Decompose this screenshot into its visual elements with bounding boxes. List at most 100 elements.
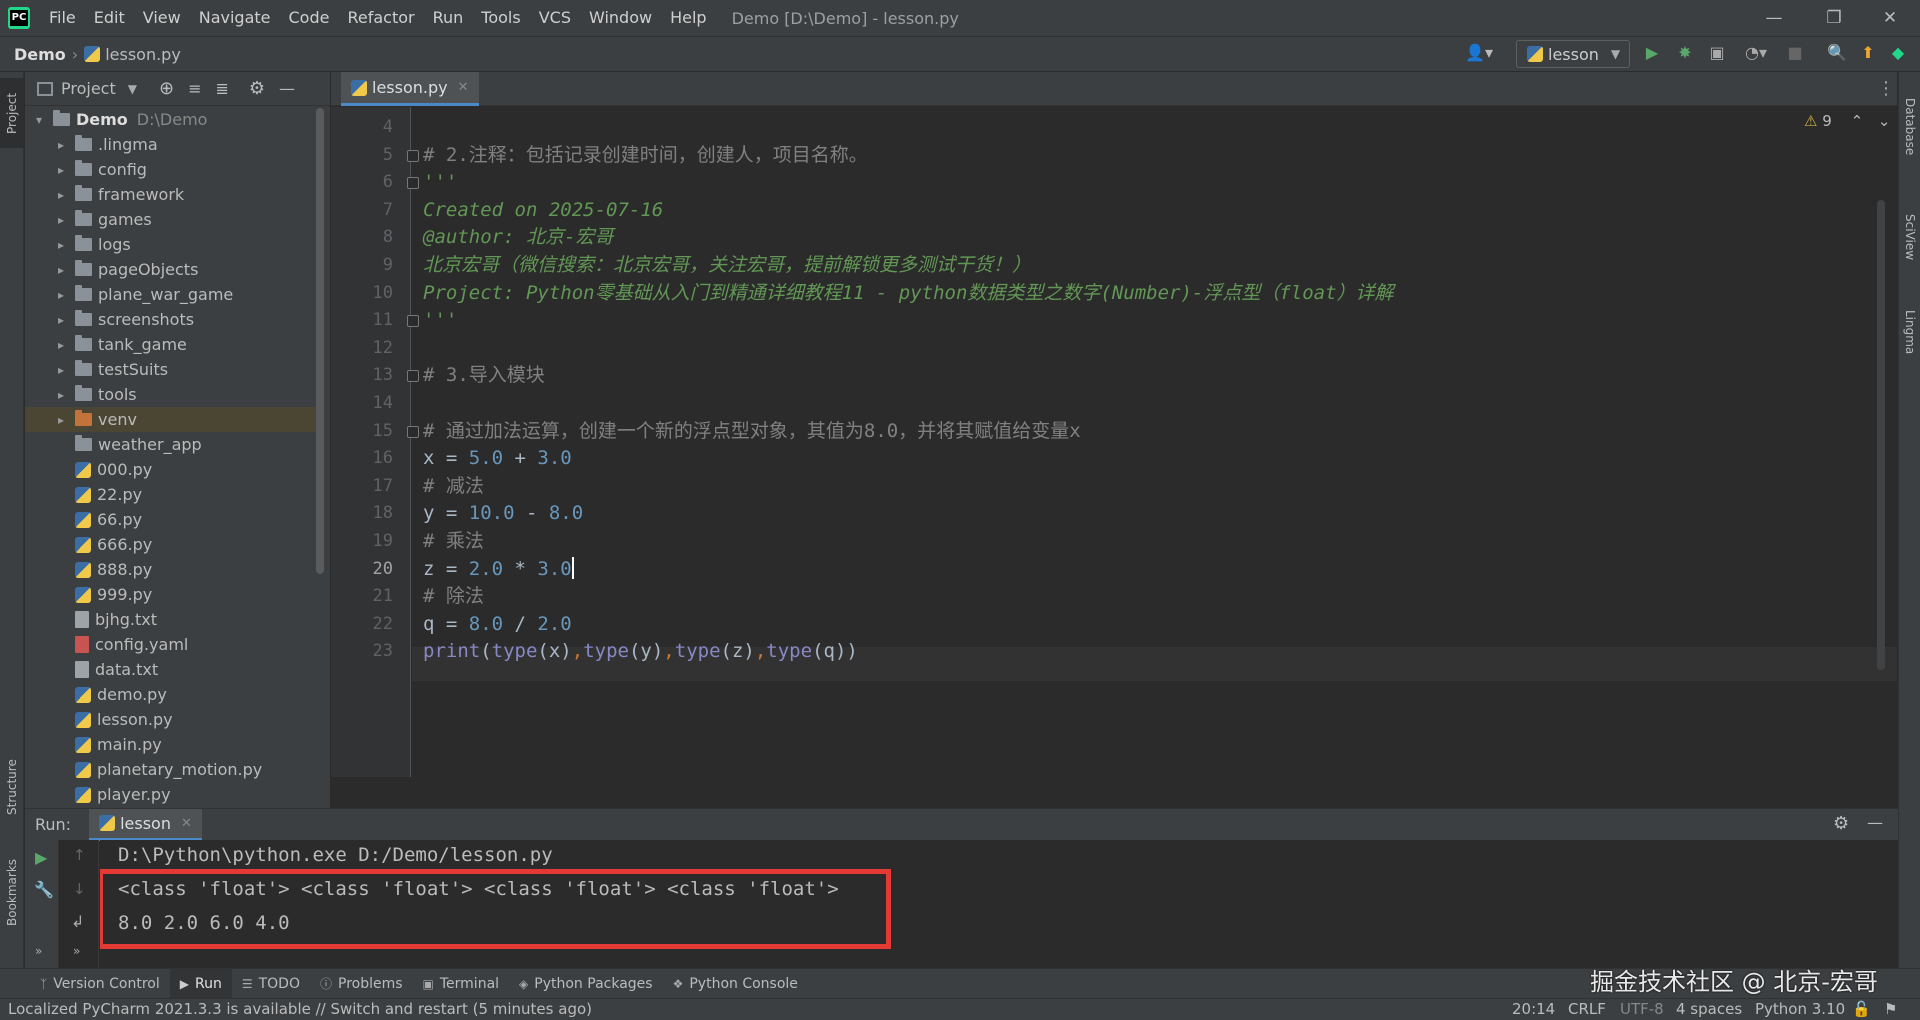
- tool-tab-terminal[interactable]: ▣ Terminal: [413, 969, 510, 999]
- arrow-down-icon[interactable]: ↓: [73, 880, 86, 898]
- tree-folder-item[interactable]: ▸ tank_game: [25, 332, 320, 357]
- tool-tab-version-control[interactable]: ᛉ Version Control: [30, 969, 170, 999]
- tree-file-item[interactable]: 666.py: [25, 532, 320, 557]
- run-tab-lesson[interactable]: lesson ✕: [89, 808, 202, 841]
- menu-code[interactable]: Code: [280, 0, 339, 36]
- tool-tab-problems[interactable]: ⓘ Problems: [310, 969, 413, 999]
- tree-folder-item[interactable]: ▸ testSuits: [25, 357, 320, 382]
- bookmarks-tool-tab[interactable]: Bookmarks: [0, 842, 24, 942]
- arrow-up-icon[interactable]: ↑: [73, 846, 86, 864]
- tool-tab-todo[interactable]: ☰ TODO: [232, 969, 310, 999]
- file-encoding[interactable]: UTF-8: [1620, 1000, 1664, 1018]
- status-message[interactable]: Localized PyCharm 2021.3.3 is available …: [8, 1000, 592, 1018]
- menu-tools[interactable]: Tools: [472, 0, 529, 36]
- profile-icon[interactable]: ◔▾: [1738, 42, 1774, 64]
- tree-file-item[interactable]: 22.py: [25, 482, 320, 507]
- close-tab-icon[interactable]: ✕: [458, 80, 469, 95]
- fold-marker-icon[interactable]: [407, 315, 419, 328]
- debug-icon[interactable]: ✸: [1674, 42, 1696, 64]
- rerun-icon[interactable]: ▶: [35, 848, 47, 867]
- fold-marker-icon[interactable]: [407, 370, 419, 383]
- project-tool-tab[interactable]: Project: [0, 78, 24, 148]
- wrench-icon[interactable]: 🔧: [34, 880, 54, 899]
- fold-marker-icon[interactable]: [407, 149, 419, 162]
- sciview-tool-tab[interactable]: SciView: [1899, 192, 1920, 282]
- search-icon[interactable]: 🔍: [1826, 42, 1848, 64]
- plugin-icon[interactable]: ◆: [1887, 42, 1909, 64]
- menu-file[interactable]: File: [40, 0, 85, 36]
- restore-button[interactable]: ❐: [1806, 0, 1862, 36]
- user-account-icon[interactable]: 👤▾: [1462, 42, 1496, 64]
- tree-folder-item[interactable]: ▸ pageObjects: [25, 257, 320, 282]
- project-view-select[interactable]: Project: [61, 79, 116, 98]
- menu-help[interactable]: Help: [661, 0, 715, 36]
- tree-folder-item[interactable]: ▸ plane_war_game: [25, 282, 320, 307]
- breadcrumb-project[interactable]: Demo: [14, 45, 66, 64]
- caret-position[interactable]: 20:14: [1512, 1000, 1555, 1018]
- chevron-down-icon[interactable]: ▾: [31, 113, 47, 127]
- tree-file-item[interactable]: demo.py: [25, 682, 320, 707]
- editor-tab-lesson[interactable]: lesson.py ✕: [341, 72, 479, 106]
- stop-icon[interactable]: ■: [1784, 42, 1806, 64]
- soft-wrap-icon[interactable]: ↲: [71, 912, 84, 931]
- chevron-up-icon[interactable]: ⌃: [1851, 112, 1864, 130]
- tree-folder-item[interactable]: ▸ config: [25, 157, 320, 182]
- fold-marker-icon[interactable]: [407, 425, 419, 438]
- tree-folder-item[interactable]: ▸ .lingma: [25, 132, 320, 157]
- update-icon[interactable]: ⬆: [1857, 42, 1879, 64]
- chevron-down-icon[interactable]: ▼: [128, 82, 137, 96]
- chevron-right-icon[interactable]: ▸: [53, 213, 69, 227]
- menu-refactor[interactable]: Refactor: [338, 0, 423, 36]
- tree-file-item[interactable]: lesson.py: [25, 707, 320, 732]
- editor-scrollbar[interactable]: [1877, 200, 1885, 670]
- lingma-tool-tab[interactable]: Lingma: [1899, 292, 1920, 372]
- tool-tab-run[interactable]: ▶ Run: [169, 968, 232, 999]
- chevron-right-icon[interactable]: ▸: [53, 363, 69, 377]
- more-icon[interactable]: »: [73, 944, 80, 958]
- inspection-widget[interactable]: ⚠ 9 ⌃ ⌄: [1804, 112, 1891, 130]
- hide-panel-icon[interactable]: —: [279, 79, 295, 98]
- locate-icon[interactable]: ⊕: [159, 78, 174, 99]
- structure-tool-tab[interactable]: Structure: [0, 742, 24, 832]
- chevron-right-icon[interactable]: ▸: [53, 288, 69, 302]
- run-icon[interactable]: ▶: [1641, 42, 1663, 64]
- close-button[interactable]: ✕: [1862, 0, 1918, 36]
- chevron-down-icon[interactable]: ⌄: [1878, 112, 1891, 130]
- chevron-right-icon[interactable]: ▸: [53, 338, 69, 352]
- tree-folder-item[interactable]: ▸ logs: [25, 232, 320, 257]
- menu-run[interactable]: Run: [424, 0, 473, 36]
- tree-file-item[interactable]: bjhg.txt: [25, 607, 320, 632]
- code-editor[interactable]: 4 5 6 7 8 9 10 11 12 13 14 15 16 17 18 19 20 21 22 23 # 2.注…: [331, 107, 1897, 777]
- tree-file-item[interactable]: main.py: [25, 732, 320, 757]
- chevron-right-icon[interactable]: ▸: [53, 238, 69, 252]
- tree-file-item[interactable]: config.yaml: [25, 632, 320, 657]
- run-console[interactable]: D:\Python\python.exe D:/Demo/lesson.py <…: [100, 840, 1898, 968]
- more-options-icon[interactable]: ⋮: [1877, 78, 1895, 99]
- chevron-right-icon[interactable]: ▸: [53, 188, 69, 202]
- expand-all-icon[interactable]: ≡: [188, 79, 201, 98]
- tree-file-item[interactable]: data.txt: [25, 657, 320, 682]
- tree-root[interactable]: ▾ Demo D:\Demo: [25, 107, 320, 132]
- menu-edit[interactable]: Edit: [85, 0, 134, 36]
- coverage-icon[interactable]: ▣: [1706, 42, 1728, 64]
- minimize-button[interactable]: —: [1746, 0, 1802, 36]
- database-tool-tab[interactable]: Database: [1899, 82, 1920, 172]
- breadcrumb-file[interactable]: lesson.py: [84, 45, 181, 64]
- chevron-right-icon[interactable]: ▸: [53, 263, 69, 277]
- tree-file-item[interactable]: 66.py: [25, 507, 320, 532]
- tree-folder-item[interactable]: ▸ framework: [25, 182, 320, 207]
- chevron-right-icon[interactable]: ▸: [53, 138, 69, 152]
- tree-file-item[interactable]: player.py: [25, 782, 320, 807]
- run-configuration-select[interactable]: lesson ▼: [1516, 40, 1630, 68]
- tree-scrollbar[interactable]: [316, 108, 324, 574]
- indent-setting[interactable]: 4 spaces: [1676, 1000, 1742, 1018]
- tree-folder-item[interactable]: ▸ venv: [25, 407, 320, 432]
- menu-window[interactable]: Window: [580, 0, 661, 36]
- tree-file-item[interactable]: 000.py: [25, 457, 320, 482]
- fold-marker-icon[interactable]: [407, 177, 419, 190]
- more-icon[interactable]: »: [35, 944, 42, 958]
- tree-file-item[interactable]: 888.py: [25, 557, 320, 582]
- chevron-right-icon[interactable]: ▸: [53, 163, 69, 177]
- tree-folder-item[interactable]: ▸ games: [25, 207, 320, 232]
- tree-folder-item[interactable]: weather_app: [25, 432, 320, 457]
